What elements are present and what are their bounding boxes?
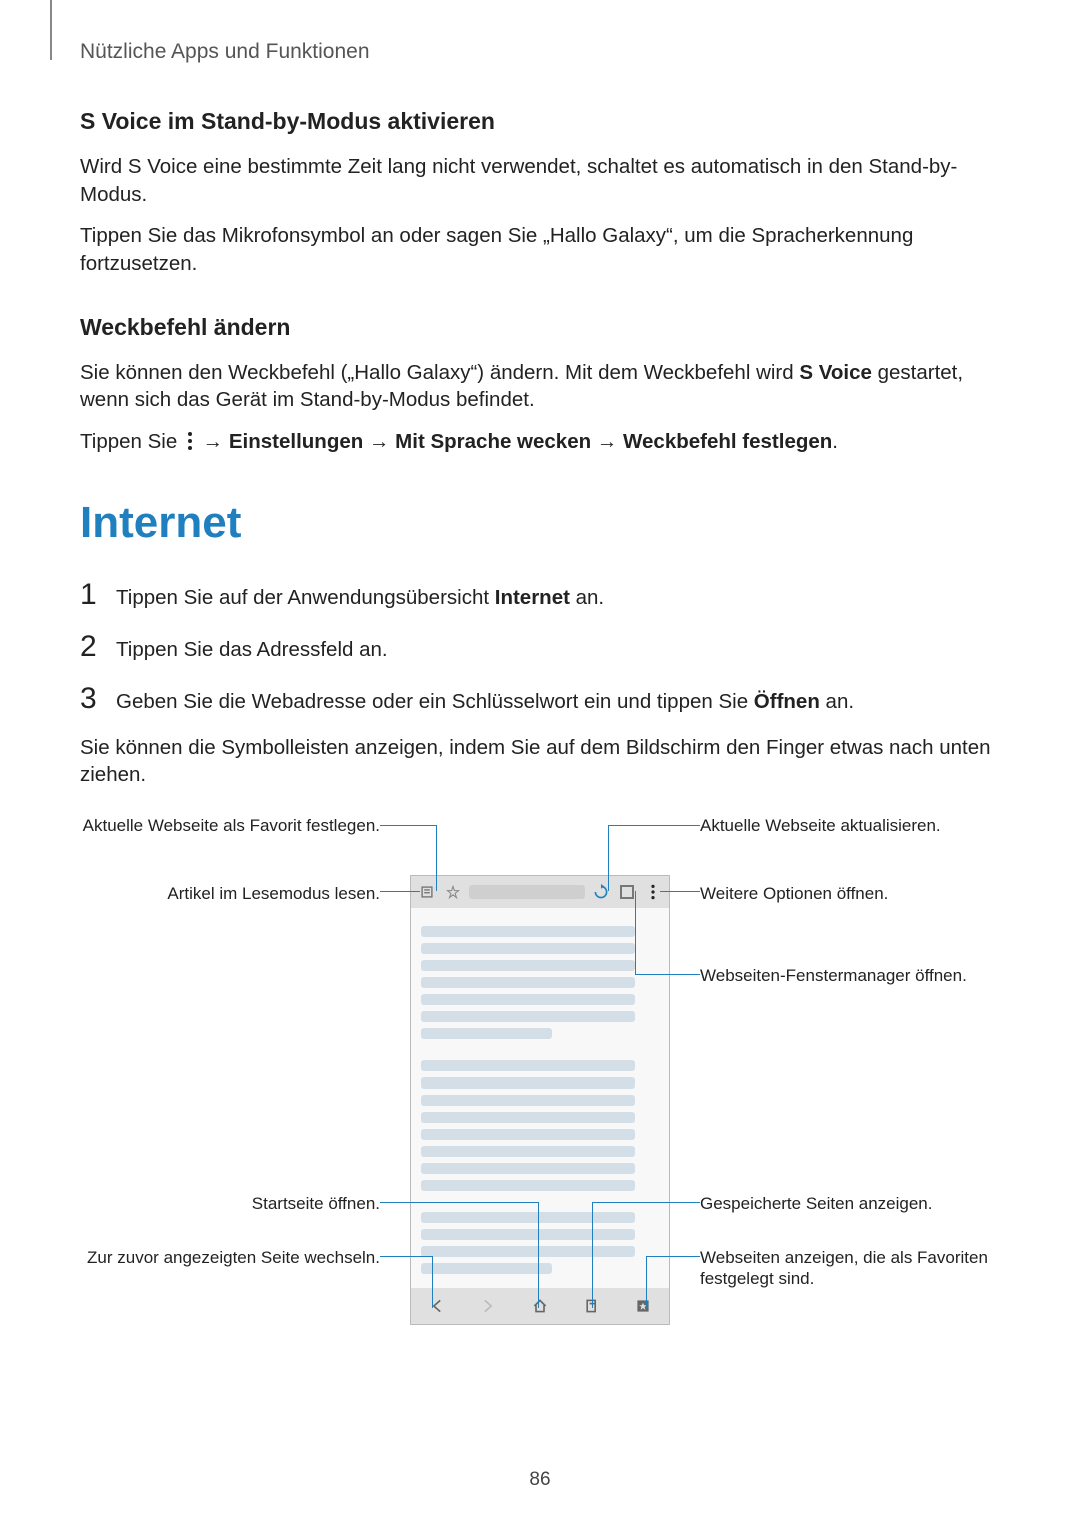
page-title: Internet [80, 498, 1000, 548]
lead-line [660, 891, 700, 892]
lead-line [436, 825, 437, 891]
step-number: 1 [80, 578, 100, 612]
callout-back: Zur zuvor angezeigten Seite wechseln. [80, 1247, 380, 1268]
step-text: Tippen Sie auf der Anwendungsübersicht I… [116, 584, 604, 612]
bold-internet: Internet [495, 586, 570, 609]
lead-line [538, 1202, 539, 1308]
url-bar-placeholder [469, 885, 585, 899]
lead-line [608, 825, 700, 826]
section-heading-svoice: S Voice im Stand-by-Modus aktivieren [80, 108, 1000, 135]
more-icon [643, 882, 663, 902]
bold-festlegen: Weckbefehl festlegen [623, 430, 832, 453]
step-1: 1 Tippen Sie auf der Anwendungsübersicht… [80, 578, 1000, 612]
browser-diagram: Aktuelle Webseite als Favorit festlegen.… [80, 815, 1000, 1335]
lead-line [380, 891, 420, 892]
text: Tippen Sie auf der Anwendungsübersicht [116, 586, 495, 609]
text: Geben Sie die Webadresse oder ein Schlüs… [116, 690, 754, 713]
home-icon [530, 1296, 550, 1316]
callout-home: Startseite öffnen. [80, 1193, 380, 1214]
phone-body-blur [421, 920, 659, 1280]
reader-icon [417, 882, 437, 902]
lead-line [592, 1202, 700, 1203]
text: an. [820, 690, 854, 713]
forward-icon [478, 1296, 498, 1316]
star-icon [443, 882, 463, 902]
svoice-p1: Wird S Voice eine bestimmte Zeit lang ni… [80, 153, 1000, 208]
lead-line [380, 1256, 432, 1257]
callout-tabs: Webseiten-Fenstermanager öffnen. [700, 965, 1000, 986]
step-3: 3 Geben Sie die Webadresse oder ein Schl… [80, 682, 1000, 716]
section-heading-weckbefehl: Weckbefehl ändern [80, 314, 1000, 341]
page-tab-marker [50, 0, 52, 60]
browser-topbar [411, 876, 669, 908]
arrow: → [591, 430, 623, 453]
page-number: 86 [0, 1469, 1080, 1491]
callout-reload: Aktuelle Webseite aktualisieren. [700, 815, 1000, 836]
callout-bookmarks: Webseiten anzeigen, die als Favoriten fe… [700, 1247, 1000, 1290]
bookmarks-icon [633, 1296, 653, 1316]
text: . [832, 430, 838, 453]
step-text: Geben Sie die Webadresse oder ein Schlüs… [116, 688, 854, 716]
step-text: Tippen Sie das Adressfeld an. [116, 636, 388, 664]
weckbefehl-p1: Sie können den Weckbefehl („Hallo Galaxy… [80, 359, 1000, 414]
lead-line [380, 1202, 538, 1203]
lead-line [380, 825, 436, 826]
phone-mockup [410, 875, 670, 1325]
step-2: 2 Tippen Sie das Adressfeld an. [80, 630, 1000, 664]
lead-line [646, 1256, 647, 1308]
breadcrumb: Nützliche Apps und Funktionen [80, 40, 1000, 64]
callout-more: Weitere Optionen öffnen. [700, 883, 1000, 904]
arrow: → [197, 430, 229, 453]
lead-line [646, 1256, 700, 1257]
lead-line [432, 1256, 433, 1308]
lead-line [635, 974, 700, 975]
step-number: 2 [80, 630, 100, 664]
bold-sprache: Mit Sprache wecken [395, 430, 591, 453]
page-content: Nützliche Apps und Funktionen S Voice im… [80, 40, 1000, 1335]
bold-oeffnen: Öffnen [754, 690, 820, 713]
step-number: 3 [80, 682, 100, 716]
tabs-icon [617, 882, 637, 902]
back-icon [427, 1296, 447, 1316]
lead-line [635, 891, 636, 975]
bold-svoice: S Voice [799, 361, 872, 384]
callout-saved: Gespeicherte Seiten anzeigen. [700, 1193, 1000, 1214]
weckbefehl-p2: Tippen Sie → Einstellungen → Mit Sprache… [80, 428, 1000, 456]
callout-reader: Artikel im Lesemodus lesen. [80, 883, 380, 904]
callout-favorite: Aktuelle Webseite als Favorit festlegen. [80, 815, 380, 836]
lead-line [592, 1202, 593, 1308]
arrow: → [363, 430, 395, 453]
text: an. [570, 586, 604, 609]
text: Tippen Sie [80, 430, 183, 453]
svoice-p2: Tippen Sie das Mikrofonsymbol an oder sa… [80, 222, 1000, 277]
lead-line [608, 825, 609, 891]
text: Sie können den Weckbefehl („Hallo Galaxy… [80, 361, 799, 384]
browser-bottombar [411, 1288, 669, 1324]
after-steps-para: Sie können die Symbolleisten anzeigen, i… [80, 734, 1000, 789]
more-vertical-icon [183, 432, 197, 450]
bold-einstellungen: Einstellungen [229, 430, 363, 453]
